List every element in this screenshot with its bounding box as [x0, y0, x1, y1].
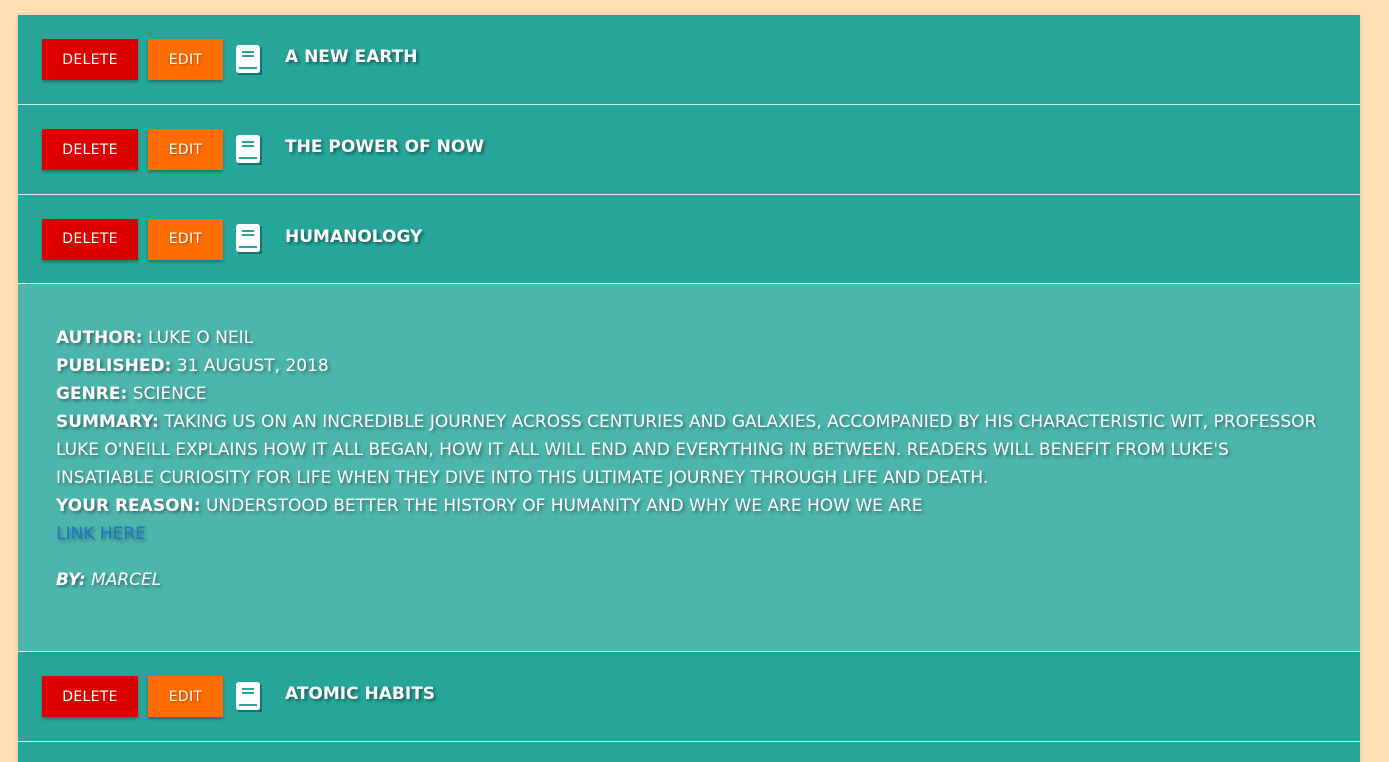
book-title[interactable]: HUMANOLOGY [285, 227, 422, 247]
list-item-expanded: DELETE EDIT HUMANOLOGY AUTHOR: LUKE O NE… [18, 195, 1360, 652]
published-value: 31 AUGUST, 2018 [176, 356, 329, 376]
book-icon [233, 222, 263, 256]
by-line: BY: MARCEL [56, 566, 1322, 594]
edit-button[interactable]: EDIT [148, 39, 223, 80]
book-icon [233, 43, 263, 77]
reason-line: YOUR REASON: UNDERSTOOD BETTER THE HISTO… [56, 492, 1322, 520]
edit-button[interactable]: EDIT [148, 129, 223, 170]
delete-button[interactable]: DELETE [42, 218, 138, 260]
book-link[interactable]: LINK HERE [56, 520, 146, 548]
list-item-header[interactable]: DELETE EDIT HUMANOLOGY [18, 195, 1360, 284]
genre-label: GENRE: [56, 384, 128, 404]
reason-label: YOUR REASON: [56, 496, 201, 516]
book-icon [233, 133, 263, 167]
summary-value: TAKING US ON AN INCREDIBLE JOURNEY ACROS… [56, 412, 1317, 488]
by-label: BY: [56, 570, 86, 590]
author-label: AUTHOR: [56, 328, 143, 348]
list-item-header[interactable]: DELETE EDIT THE POWER OF NOW [18, 105, 1360, 194]
summary-label: SUMMARY: [56, 412, 159, 432]
list-item: DELETE EDIT ATOMIC HABITS [18, 652, 1360, 742]
delete-button[interactable]: DELETE [42, 129, 138, 170]
book-details: AUTHOR: LUKE O NEIL PUBLISHED: 31 AUGUST… [18, 284, 1360, 651]
genre-line: GENRE: SCIENCE [56, 380, 1322, 408]
link-line: LINK HERE [56, 520, 1322, 548]
genre-value: SCIENCE [132, 384, 207, 404]
edit-button[interactable]: EDIT [148, 218, 223, 260]
book-icon [233, 680, 263, 714]
list-item [18, 742, 1360, 762]
summary-line: SUMMARY: TAKING US ON AN INCREDIBLE JOUR… [56, 408, 1322, 492]
published-line: PUBLISHED: 31 AUGUST, 2018 [56, 352, 1322, 380]
delete-button[interactable]: DELETE [42, 39, 138, 80]
book-list: DELETE EDIT A NEW EARTH DELETE EDIT THE … [18, 15, 1360, 762]
published-label: PUBLISHED: [56, 356, 172, 376]
author-line: AUTHOR: LUKE O NEIL [56, 324, 1322, 352]
book-title[interactable]: ATOMIC HABITS [285, 684, 435, 704]
author-value: LUKE O NEIL [148, 328, 254, 348]
list-item-header[interactable]: DELETE EDIT A NEW EARTH [18, 15, 1360, 104]
by-value: MARCEL [91, 570, 162, 590]
list-item: DELETE EDIT A NEW EARTH [18, 15, 1360, 105]
book-title[interactable]: THE POWER OF NOW [285, 137, 484, 157]
edit-button[interactable]: EDIT [148, 676, 223, 717]
book-title[interactable]: A NEW EARTH [285, 47, 418, 67]
list-item-header[interactable]: DELETE EDIT ATOMIC HABITS [18, 652, 1360, 741]
list-item: DELETE EDIT THE POWER OF NOW [18, 105, 1360, 195]
delete-button[interactable]: DELETE [42, 676, 138, 717]
reason-value: UNDERSTOOD BETTER THE HISTORY OF HUMANIT… [205, 496, 923, 516]
